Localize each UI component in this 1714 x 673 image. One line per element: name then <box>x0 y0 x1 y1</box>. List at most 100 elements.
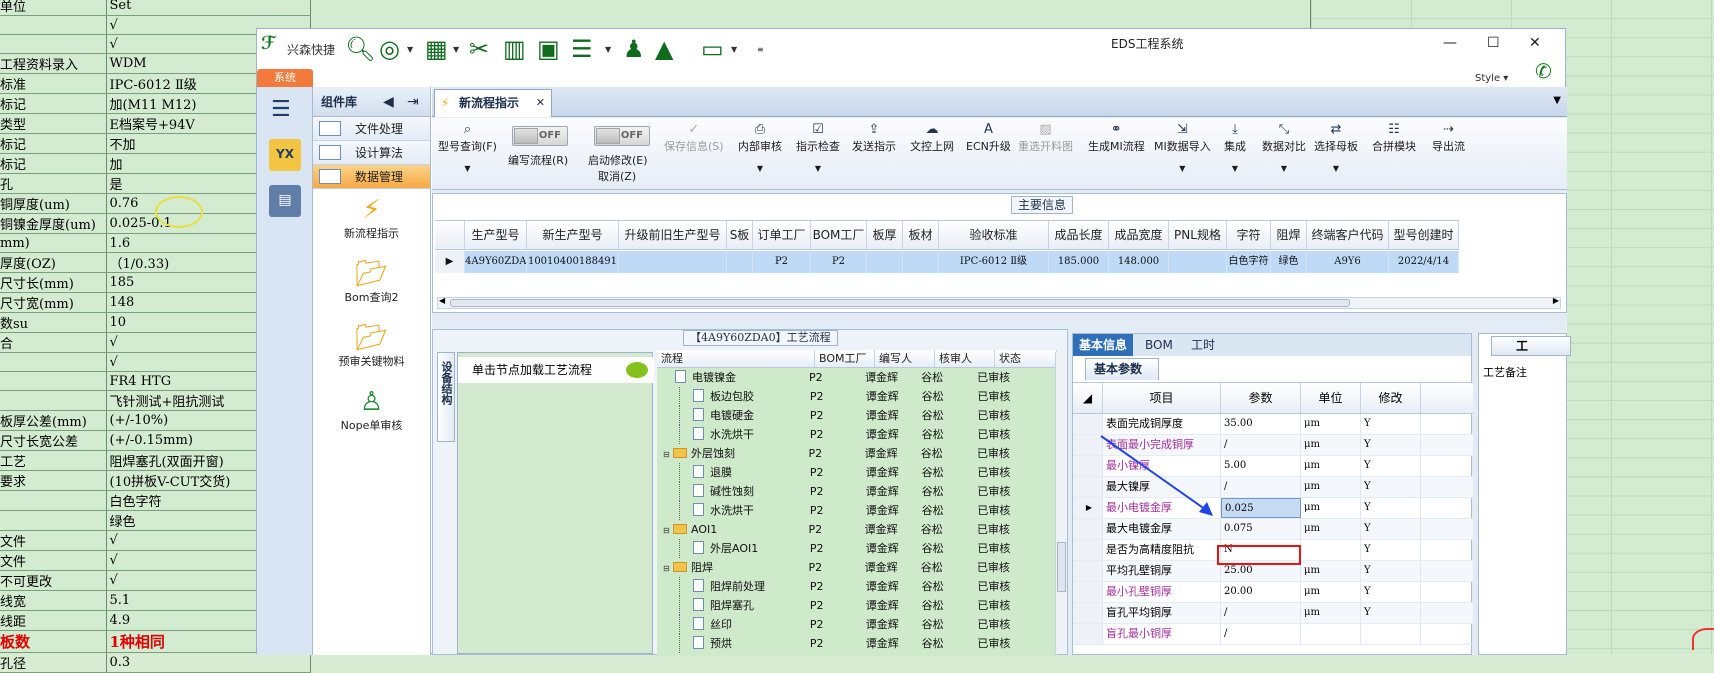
sheet-label-cell[interactable]: 孔径 <box>0 652 107 673</box>
main-info-cell[interactable]: 白色字符 <box>1227 251 1271 273</box>
sheet-label-cell[interactable]: 尺寸宽(mm) <box>0 292 107 313</box>
param-value[interactable]: / <box>1221 477 1301 497</box>
flow-hint[interactable]: 单击节点加载工艺流程 <box>458 357 654 383</box>
table-icon[interactable]: ▦ <box>425 37 448 61</box>
main-info-column-header[interactable]: 型号创建时 <box>1389 221 1459 249</box>
flow-row[interactable]: ⊟ AOI1 P2 谭金辉 谷松 已审核 <box>657 520 1057 539</box>
customize-toolbar-icon[interactable]: ≡ <box>757 45 764 54</box>
cancel-label[interactable]: 取消(Z) <box>598 168 636 184</box>
doc-online-button[interactable]: ☁ 文控上网 <box>910 122 954 154</box>
main-info-column-header[interactable]: BOM工厂 <box>811 221 867 249</box>
scrollbar-thumb[interactable] <box>450 299 1350 307</box>
main-info-cell[interactable]: A9Y6 <box>1307 251 1389 273</box>
save-info-button[interactable]: ✓ 保存信息(S) <box>664 122 724 154</box>
main-info-column-header[interactable]: S板 <box>727 221 753 249</box>
param-row[interactable]: 盲孔平均铜厚 / μm Y <box>1073 603 1473 624</box>
sheet-label-cell[interactable]: 标记 <box>0 153 107 174</box>
write-flow-toggle[interactable]: OFF <box>512 126 568 146</box>
row-indicator-icon[interactable] <box>1073 414 1103 434</box>
menu-icon[interactable]: ☰ <box>271 97 291 122</box>
param-value[interactable]: 35.00 <box>1221 414 1301 434</box>
export-flow-button[interactable]: ⇢ 导出流 <box>1432 122 1465 154</box>
param-modify[interactable]: Y <box>1361 603 1421 623</box>
sheet-label-cell[interactable]: 板厚公差(mm) <box>0 410 107 431</box>
sheet-label-cell[interactable]: 工艺 <box>0 450 107 471</box>
flow-row[interactable]: 电镀镍金 P2 谭金辉 谷松 已审核 <box>657 368 1057 387</box>
sheet-label-cell[interactable] <box>0 34 107 54</box>
main-info-cell[interactable] <box>619 251 727 273</box>
param-modify[interactable]: Y <box>1361 561 1421 581</box>
param-modify[interactable]: Y <box>1361 456 1421 476</box>
main-info-column-header[interactable]: 验收标准 <box>939 221 1049 249</box>
list-view-icon[interactable]: ☰ <box>571 37 593 61</box>
sheet-label-cell[interactable]: 标准 <box>0 73 107 94</box>
main-info-cell[interactable] <box>867 251 903 273</box>
row-indicator-icon[interactable] <box>1073 561 1103 581</box>
main-info-column-header[interactable]: 字符 <box>1227 221 1271 249</box>
param-value[interactable]: 0.075 <box>1221 519 1301 539</box>
main-info-cell[interactable]: P2 <box>811 251 867 273</box>
sheet-label-cell[interactable]: 板数 <box>0 630 107 653</box>
sheet-label-cell[interactable]: 标记 <box>0 93 107 114</box>
comp-item-design[interactable]: 设计算法 <box>313 141 430 165</box>
pin-icon[interactable]: ⇥ <box>407 87 419 117</box>
send-instruction-button[interactable]: ⇪ 发送指示 <box>852 122 896 154</box>
main-info-cell[interactable] <box>903 251 939 273</box>
sheet-label-cell[interactable] <box>0 352 107 372</box>
main-info-column-header[interactable]: PNL规格 <box>1169 221 1227 249</box>
param-modify[interactable]: Y <box>1361 435 1421 455</box>
scroll-right-icon[interactable]: ▶ <box>1553 296 1559 305</box>
main-info-row[interactable]: ▶ 4A9Y60ZDA0 10010400188491 P2 P2 IPC-6012 Ⅱ级… <box>435 251 1459 273</box>
monitor-icon[interactable]: ▭ <box>701 37 724 61</box>
chevron-down-icon[interactable]: ▼ <box>453 45 459 54</box>
main-info-column-header[interactable]: 板材 <box>903 221 939 249</box>
sheet-label-cell[interactable]: 孔 <box>0 173 107 194</box>
main-info-cell[interactable] <box>1169 251 1227 273</box>
main-info-cell[interactable] <box>727 251 753 273</box>
data-compare-button[interactable]: ⤡ 数据对比 ▼ <box>1262 122 1306 173</box>
sheet-label-cell[interactable]: 数su <box>0 312 107 333</box>
sheet-label-cell[interactable]: 厚度(OZ) <box>0 252 107 273</box>
main-info-cell[interactable]: P2 <box>753 251 811 273</box>
collapse-icon[interactable]: ⊟ <box>663 521 673 539</box>
tab-new-flow[interactable]: ⚡ 新流程指示 ✕ <box>434 89 552 117</box>
flow-row[interactable]: 预烘 P2 谭金辉 谷松 已审核 <box>657 634 1057 653</box>
vertical-scrollbar[interactable] <box>1055 352 1067 654</box>
mi-import-button[interactable]: ⇲ MI数据导入 ▼ <box>1154 122 1211 173</box>
flow-row[interactable]: ⊟ 外层蚀刻 P2 谭金辉 谷松 已审核 <box>657 444 1057 463</box>
param-modify[interactable]: Y <box>1361 477 1421 497</box>
select-motherboard-button[interactable]: ⇄ 选择母板 ▼ <box>1314 122 1358 173</box>
sheet-label-cell[interactable] <box>0 510 107 531</box>
sheet-label-cell[interactable] <box>0 15 107 35</box>
main-info-cell[interactable]: 148.000 <box>1109 251 1169 273</box>
area-chart-icon[interactable]: ▲ <box>655 37 673 61</box>
param-modify[interactable] <box>1361 624 1421 644</box>
sheet-label-cell[interactable]: 类型 <box>0 113 107 134</box>
param-value[interactable]: 0.025 <box>1221 498 1301 518</box>
comp-item-data[interactable]: 数据管理 <box>313 165 430 189</box>
horizontal-scrollbar[interactable]: ◀ ▶ <box>437 296 1561 309</box>
collapse-left-icon[interactable]: ◀ <box>383 87 394 117</box>
sheet-label-cell[interactable]: mm) <box>0 233 107 253</box>
maximize-button[interactable]: ☐ <box>1487 35 1500 51</box>
sheet-label-cell[interactable]: 铜厚度(um) <box>0 193 107 214</box>
film-icon[interactable]: ▥ <box>503 37 526 61</box>
param-modify[interactable]: Y <box>1361 414 1421 434</box>
main-info-column-header[interactable]: 成品宽度 <box>1109 221 1169 249</box>
collapse-icon[interactable]: ⊟ <box>663 445 673 463</box>
comp-big-new-flow[interactable]: ⚡ 新流程指示 <box>313 189 430 253</box>
chevron-down-icon[interactable]: ▼ <box>1553 95 1561 106</box>
main-info-column-header[interactable]: 订单工厂 <box>753 221 811 249</box>
internal-audit-button[interactable]: ⎙ 内部审核 ▼ <box>738 122 782 173</box>
comp-item-file[interactable]: 文件处理 <box>313 117 430 141</box>
param-row[interactable]: 盲孔最小铜厚 / <box>1073 624 1473 645</box>
main-info-column-header[interactable]: 升级前旧生产型号 <box>619 221 727 249</box>
generate-mi-button[interactable]: ⚭ 生成MI流程 <box>1088 122 1145 154</box>
sheet-label-cell[interactable]: 铜镍金厚度(um) <box>0 213 107 234</box>
row-indicator-icon[interactable] <box>1073 540 1103 560</box>
side-tab-device-structure[interactable]: 设备结构 <box>437 352 455 442</box>
row-indicator-icon[interactable]: ▶ <box>435 251 465 273</box>
minimize-button[interactable]: — <box>1443 35 1457 51</box>
integrate-button[interactable]: ⤓ 集成 ▼ <box>1224 122 1246 173</box>
flow-row[interactable]: 板边包胶 P2 谭金辉 谷松 已审核 <box>657 387 1057 406</box>
